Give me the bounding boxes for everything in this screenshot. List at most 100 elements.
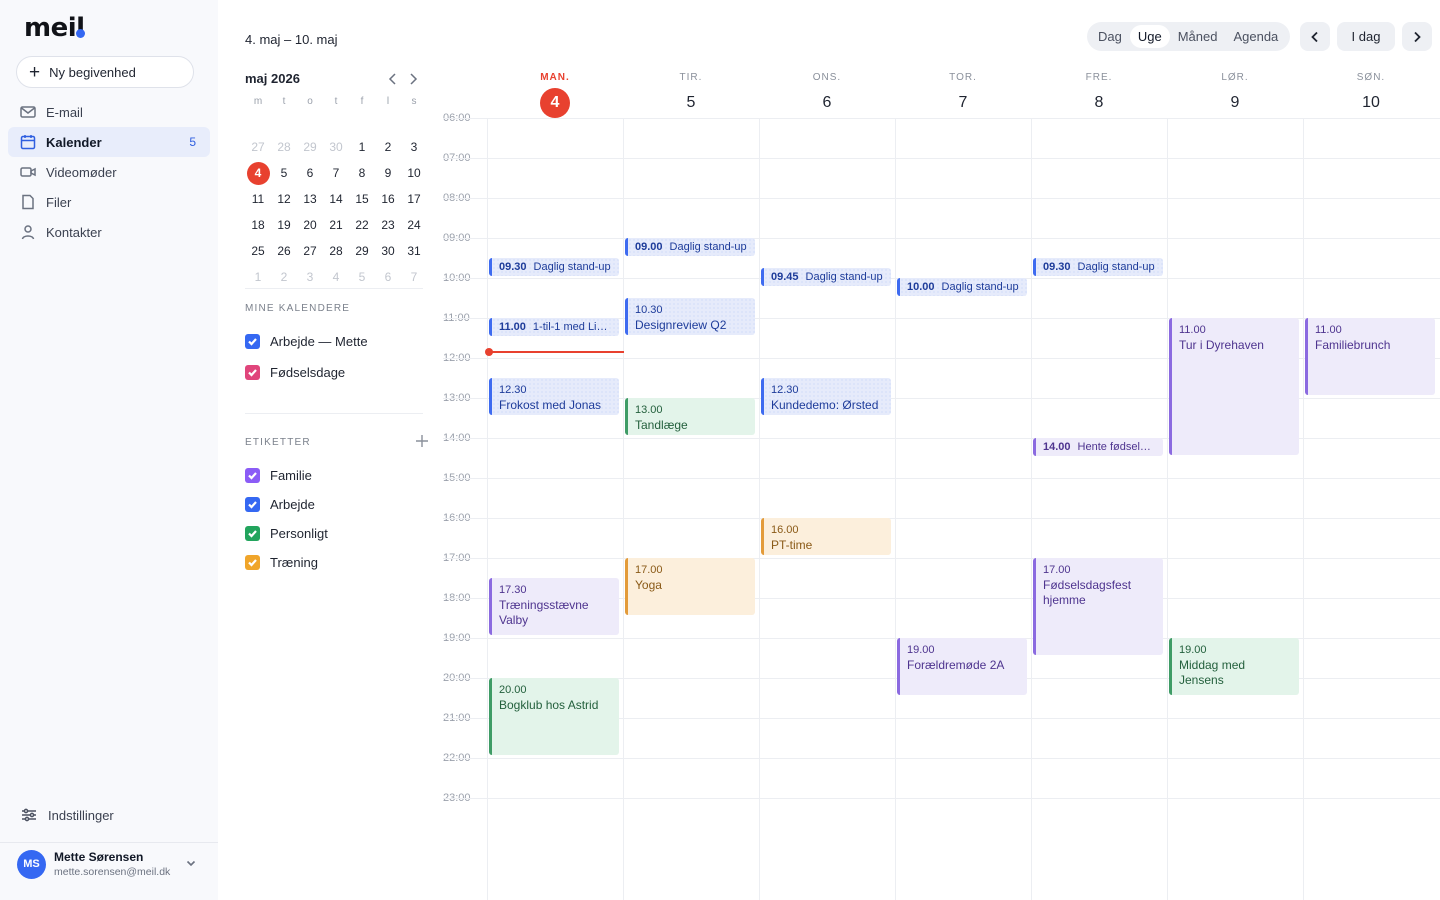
calendar-event[interactable]: 19.00 Forældremøde 2A xyxy=(897,638,1027,695)
day-header[interactable]: ONS. 6 xyxy=(759,72,895,114)
mini-calendar-day[interactable]: 7 xyxy=(323,166,349,180)
add-label-button[interactable] xyxy=(415,434,429,448)
mini-calendar-day[interactable]: 19 xyxy=(271,218,297,232)
mini-calendar-day[interactable]: 2 xyxy=(271,270,297,284)
mini-calendar-day[interactable]: 30 xyxy=(375,244,401,258)
mini-calendar-day[interactable]: 12 xyxy=(271,192,297,206)
calendar-item-birthdays[interactable]: Fødselsdage xyxy=(245,364,368,381)
sidebar-item-calendar[interactable]: Kalender 5 xyxy=(8,127,210,157)
day-header[interactable]: MAN. 4 xyxy=(487,72,623,118)
day-header[interactable]: LØR. 9 xyxy=(1167,72,1303,114)
prev-week-button[interactable] xyxy=(1300,22,1330,51)
checkbox[interactable] xyxy=(245,365,260,380)
mini-calendar-prev-button[interactable] xyxy=(386,71,400,87)
next-week-button[interactable] xyxy=(1402,22,1432,51)
mini-calendar-day[interactable]: 29 xyxy=(349,244,375,258)
day-header[interactable]: SØN. 10 xyxy=(1303,72,1439,114)
checkbox[interactable] xyxy=(245,526,260,541)
mini-calendar-day[interactable]: 31 xyxy=(401,244,427,258)
mini-calendar-next-button[interactable] xyxy=(406,71,420,87)
new-event-button[interactable]: + Ny begivenhed xyxy=(16,56,194,88)
mini-calendar-day[interactable]: 27 xyxy=(245,140,271,154)
mini-calendar-day[interactable]: 5 xyxy=(349,270,375,284)
calendar-event[interactable]: 10.00 Daglig stand-up xyxy=(897,278,1027,296)
sidebar-item-videomoder[interactable]: Videomøder xyxy=(8,157,210,187)
calendar-item-work[interactable]: Arbejde — Mette xyxy=(245,333,368,350)
mini-calendar-day[interactable]: 10 xyxy=(401,166,427,180)
calendar-event[interactable]: 09.30 Daglig stand-up xyxy=(1033,258,1163,276)
mini-calendar-day[interactable]: 7 xyxy=(401,270,427,284)
checkbox[interactable] xyxy=(245,468,260,483)
calendar-event[interactable]: 13.00 Tandlæge xyxy=(625,398,755,435)
view-month-button[interactable]: Måned xyxy=(1170,25,1226,48)
mini-calendar-day[interactable]: 20 xyxy=(297,218,323,232)
sidebar-item-email[interactable]: E-mail xyxy=(8,97,210,127)
sidebar-item-filer[interactable]: Filer xyxy=(8,187,210,217)
mini-calendar-day[interactable]: 4 xyxy=(323,270,349,284)
sidebar-item-kontakter[interactable]: Kontakter xyxy=(8,217,210,247)
mini-calendar-day[interactable]: 25 xyxy=(245,244,271,258)
calendar-event[interactable]: 09.30 Daglig stand-up xyxy=(489,258,619,276)
mini-calendar-day[interactable]: 18 xyxy=(245,218,271,232)
mini-calendar-day[interactable]: 3 xyxy=(401,140,427,154)
checkbox[interactable] xyxy=(245,497,260,512)
user-menu[interactable]: MS Mette Sørensen mette.sorensen@meil.dk xyxy=(17,848,207,880)
mini-calendar-day[interactable]: 5 xyxy=(271,166,297,180)
calendar-event[interactable]: 12.30 Kundedemo: Ørsted xyxy=(761,378,891,415)
mini-calendar-day[interactable]: 29 xyxy=(297,140,323,154)
app-logo[interactable]: meil xyxy=(24,13,85,43)
calendar-event[interactable]: 11.00 Familiebrunch xyxy=(1305,318,1435,395)
calendar-event[interactable]: 12.30 Frokost med Jonas xyxy=(489,378,619,415)
mini-calendar-day[interactable]: 27 xyxy=(297,244,323,258)
view-week-button[interactable]: Uge xyxy=(1129,25,1170,48)
day-header[interactable]: TIR. 5 xyxy=(623,72,759,114)
mini-calendar-day[interactable]: 22 xyxy=(349,218,375,232)
settings-button[interactable]: Indstillinger xyxy=(20,803,114,827)
label-item-personligt[interactable]: Personligt xyxy=(245,525,328,542)
label-item-arbejde[interactable]: Arbejde xyxy=(245,496,328,513)
mini-calendar-day[interactable]: 16 xyxy=(375,192,401,206)
mini-calendar-day[interactable]: 14 xyxy=(323,192,349,206)
calendar-event[interactable]: 11.00 1-til-1 med Li… xyxy=(489,318,619,336)
calendar-event[interactable]: 17.00 Fødselsdagsfest hjemme xyxy=(1033,558,1163,655)
mini-calendar-day[interactable]: 13 xyxy=(297,192,323,206)
mini-calendar-day[interactable]: 8 xyxy=(349,166,375,180)
calendar-event[interactable]: 10.30 Designreview Q2 xyxy=(625,298,755,335)
view-day-button[interactable]: Dag xyxy=(1090,25,1130,48)
mini-calendar-day[interactable]: 1 xyxy=(245,270,271,284)
mini-calendar-day[interactable]: 6 xyxy=(375,270,401,284)
mini-calendar-day[interactable]: 17 xyxy=(401,192,427,206)
view-agenda-button[interactable]: Agenda xyxy=(1225,25,1286,48)
mini-calendar-day[interactable]: 1 xyxy=(349,140,375,154)
checkbox[interactable] xyxy=(245,555,260,570)
label-item-traening[interactable]: Træning xyxy=(245,554,328,571)
mini-calendar-day[interactable]: 28 xyxy=(323,244,349,258)
calendar-event[interactable]: 16.00 PT-time xyxy=(761,518,891,555)
calendar-event[interactable]: 11.00 Tur i Dyrehaven xyxy=(1169,318,1299,455)
calendar-event[interactable]: 09.00 Daglig stand-up xyxy=(625,238,755,256)
calendar-event[interactable]: 17.30 Træningsstævne Valby xyxy=(489,578,619,635)
calendar-event[interactable]: 20.00 Bogklub hos Astrid xyxy=(489,678,619,755)
mini-calendar-day[interactable]: 6 xyxy=(297,166,323,180)
label-item-familie[interactable]: Familie xyxy=(245,467,328,484)
calendar-event[interactable]: 14.00 Hente fødselsd… xyxy=(1033,438,1163,456)
calendar-event[interactable]: 09.45 Daglig stand-up xyxy=(761,268,891,286)
day-header[interactable]: FRE. 8 xyxy=(1031,72,1167,114)
checkbox[interactable] xyxy=(245,334,260,349)
mini-calendar-day[interactable]: 2 xyxy=(375,140,401,154)
week-grid[interactable] xyxy=(443,118,1440,900)
mini-calendar-day[interactable]: 30 xyxy=(323,140,349,154)
calendar-event[interactable]: 19.00 Middag med Jensens xyxy=(1169,638,1299,695)
mini-calendar-day[interactable]: 11 xyxy=(245,192,271,206)
mini-calendar-day[interactable]: 9 xyxy=(375,166,401,180)
mini-calendar-day[interactable]: 3 xyxy=(297,270,323,284)
calendar-event[interactable]: 17.00 Yoga xyxy=(625,558,755,615)
mini-calendar-day[interactable]: 4 xyxy=(245,161,271,185)
mini-calendar-day[interactable]: 24 xyxy=(401,218,427,232)
mini-calendar-day[interactable]: 23 xyxy=(375,218,401,232)
day-header[interactable]: TOR. 7 xyxy=(895,72,1031,114)
mini-calendar-day[interactable]: 21 xyxy=(323,218,349,232)
today-button[interactable]: I dag xyxy=(1337,22,1395,51)
mini-calendar-day[interactable]: 15 xyxy=(349,192,375,206)
mini-calendar-day[interactable]: 28 xyxy=(271,140,297,154)
